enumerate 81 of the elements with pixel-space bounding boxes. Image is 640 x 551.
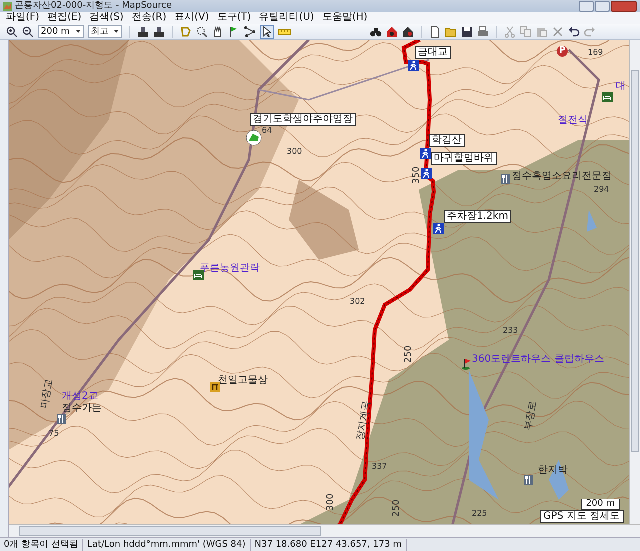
- pointer-tool-icon[interactable]: [260, 24, 274, 38]
- elevation-label: 75: [49, 430, 60, 438]
- place-label: 정수흑염소요리전문점: [512, 172, 612, 182]
- elevation-label: 233: [503, 327, 518, 335]
- place-label: 개성2교: [62, 392, 98, 402]
- contour-label: 300: [327, 494, 336, 511]
- menu-item[interactable]: 유틸리티(U): [259, 12, 314, 24]
- menu-item[interactable]: 표시(V): [174, 12, 210, 24]
- scale-bar: 200 m: [581, 499, 620, 510]
- menu-item[interactable]: 파일(F): [6, 12, 40, 24]
- house-search-icon[interactable]: [402, 26, 414, 38]
- zoom-out-icon[interactable]: [22, 26, 34, 38]
- caret-icon[interactable]: [114, 30, 119, 33]
- waypoint-label[interactable]: 금대교: [415, 46, 451, 59]
- hiker-icon[interactable]: [420, 148, 431, 159]
- status-position: N37 18.680 E127 43.657, 173 m: [250, 538, 407, 550]
- horizontal-scrollbar[interactable]: [9, 524, 640, 537]
- status-coordinate-format: Lat/Lon hddd°mm.mmm' (WGS 84): [83, 538, 251, 550]
- golf-flag-icon: [461, 358, 473, 370]
- hiker-icon[interactable]: [421, 168, 432, 179]
- elevation-label: 169: [588, 49, 604, 57]
- bed-icon: [602, 92, 613, 102]
- waypoint-label[interactable]: 마귀할멈바위: [431, 152, 497, 165]
- menu-item[interactable]: 도움말(H): [322, 12, 368, 24]
- place-label: 절전식: [558, 116, 588, 126]
- menu-item[interactable]: 전송(R): [132, 12, 167, 24]
- elevation-label: 294: [594, 186, 610, 194]
- detail-dropdown[interactable]: 최고: [88, 25, 122, 38]
- delete-icon[interactable]: [552, 26, 564, 38]
- caret-icon[interactable]: [76, 30, 81, 33]
- road-label: 부장로: [524, 400, 540, 432]
- binoculars-icon[interactable]: [370, 26, 382, 38]
- status-selection: 0개 항목이 선택됨: [0, 538, 84, 550]
- contour-label: 250: [393, 500, 402, 517]
- save-icon[interactable]: [461, 26, 473, 38]
- fork-knife-icon: [524, 475, 533, 485]
- waypoint-label[interactable]: 주차장1.2km: [444, 210, 512, 223]
- place-label: 천일고물상: [218, 376, 268, 386]
- app-icon: [3, 2, 12, 10]
- hiker-icon[interactable]: [433, 223, 444, 234]
- road-label: 마장교: [40, 378, 56, 410]
- waypoint-label[interactable]: 학김산: [429, 134, 465, 147]
- hiker-icon[interactable]: [408, 60, 419, 71]
- elevation-label: 64: [262, 127, 272, 135]
- fork-knife-icon: [501, 174, 510, 184]
- place-label: 360도렌트하우스 클럽하우스: [472, 355, 604, 365]
- scale-dropdown[interactable]: 200 m: [38, 25, 84, 38]
- house-search-icon[interactable]: [386, 26, 398, 38]
- fork-knife-icon: [57, 414, 66, 424]
- hand-tool-icon[interactable]: [212, 26, 224, 38]
- node-tool-icon[interactable]: [244, 26, 256, 38]
- place-label: 정수가든: [62, 404, 102, 414]
- menu-item[interactable]: 검색(S): [90, 12, 124, 24]
- minimize-button[interactable]: [579, 0, 594, 12]
- contour-label: 350: [413, 166, 422, 184]
- lake: [587, 210, 597, 232]
- tent-icon[interactable]: [246, 130, 262, 146]
- menu-item[interactable]: 편집(E): [48, 12, 82, 24]
- device-transfer-icon[interactable]: [137, 26, 149, 38]
- map-name-label: GPS 지도 정세도: [540, 510, 624, 523]
- magnify-tool-icon[interactable]: [196, 26, 208, 38]
- place-label: 푸른농원관락: [200, 264, 260, 274]
- undo-icon[interactable]: [568, 26, 580, 38]
- elevation-label: 225: [472, 510, 488, 518]
- place-label: 대: [616, 82, 626, 92]
- close-button[interactable]: [611, 0, 637, 12]
- elevation-label: 337: [372, 463, 388, 471]
- road-label: 장지계곡: [356, 400, 373, 442]
- device-transfer-icon[interactable]: [153, 26, 165, 38]
- contour-label: 250: [405, 346, 414, 363]
- waypoint-label[interactable]: 경기도학생야주야영장: [250, 113, 356, 126]
- menu-item[interactable]: 도구(T): [217, 12, 252, 24]
- printer-icon[interactable]: [477, 26, 489, 38]
- maximize-button[interactable]: [595, 0, 610, 12]
- route-tool-icon[interactable]: [180, 26, 192, 38]
- zoom-in-icon[interactable]: [6, 26, 18, 38]
- elevation-label: 302: [350, 298, 366, 306]
- shop-icon: [210, 382, 220, 392]
- window-title: 곤룡자산02-000-지형도 - MapSource: [15, 0, 173, 12]
- vertical-scrollbar[interactable]: [629, 40, 640, 525]
- elevation-label: 300: [287, 148, 302, 156]
